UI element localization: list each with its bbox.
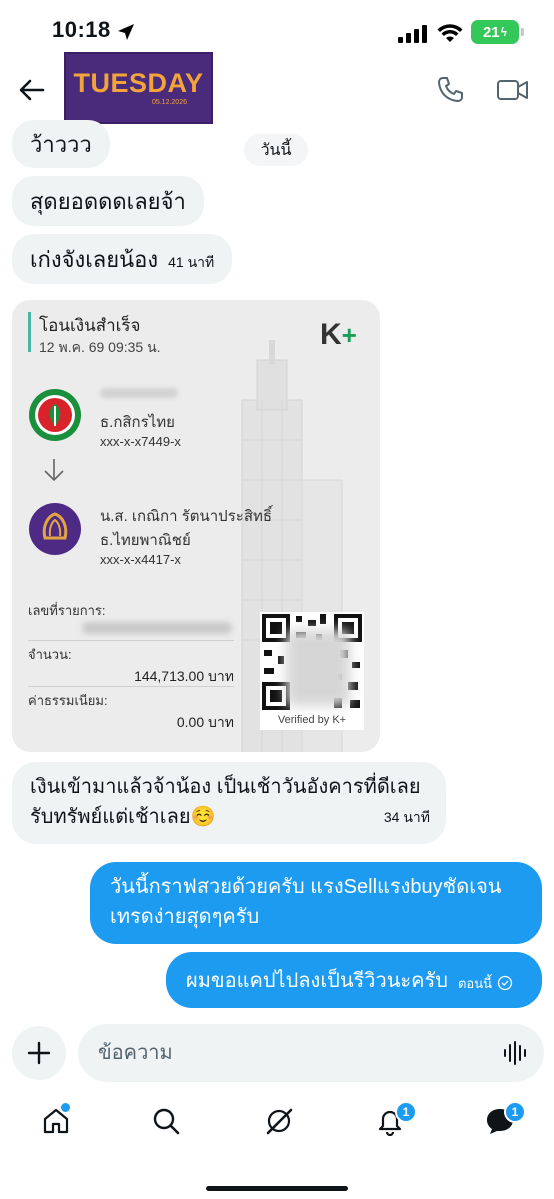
home-unread-dot [61,1103,70,1112]
amount-value: 144,713.00 บาท [134,668,234,684]
kplus-logo: K+ [320,318,357,352]
tab-grok[interactable] [261,1103,297,1139]
sender-bank: ธ.กสิกรไทย [100,414,175,431]
message-timestamp: 41 นาที [168,254,215,270]
message-input[interactable] [78,1024,544,1082]
wifi-icon [437,24,463,42]
smiling-emoji: ☺️ [190,806,216,828]
slip-accent-bar [28,312,31,352]
plus-icon [27,1041,51,1065]
receiver-name: น.ส. เกณิกา รัตนาประสิทธิ์ [100,508,273,525]
outgoing-message[interactable]: วันนี้กราฟสวยด้วยครับ แรงSellแรงbuyชัดเจ… [90,862,542,944]
home-indicator [206,1186,348,1191]
message-text: เก่งจังเลยน้อง [30,246,159,272]
qr-caption: Verified by K+ [277,714,347,726]
kbank-logo-icon [29,389,81,441]
day-separator: วันนี้ [244,134,308,166]
message-text-line1: วันนี้กราฟสวยด้วยครับ แรงSellแรงbuyชัดเจ… [110,876,502,898]
message-timestamp: ตอนนี้ [457,975,492,991]
battery-tip [521,28,524,36]
message-text: ว้าววว [30,131,92,157]
tab-search[interactable] [148,1103,184,1139]
divider [28,640,234,641]
incoming-message[interactable]: เก่งจังเลยน้อง 41 นาที [12,234,233,284]
avatar-title: TUESDAY [73,68,204,98]
qr-redacted [286,630,350,706]
message-text-line1: เงินเข้ามาแล้วจ้าน้อง เป็นเช้าวันอังคารท… [30,776,421,798]
message-text: สุดยอดดดเลยจ้า [30,188,186,214]
message-line2-row: รับทรัพย์แต่เช้าเลย ☺️ 34 นาที [30,802,430,832]
back-button[interactable] [14,72,50,108]
add-attachment-button[interactable] [12,1026,66,1080]
divider [28,686,234,687]
incoming-message[interactable]: ว้าววว [12,120,110,168]
fee-value: 0.00 บาท [176,714,234,730]
grok-icon [266,1108,293,1135]
message-text: ผมขอแคปไปลงเป็นรีวิวนะครับ [186,970,448,992]
avatar-date: 05.12.2026 [151,99,187,106]
kplus-plus: + [341,320,357,350]
message-text-line2: รับทรัพย์แต่เช้าเลย [30,806,191,828]
battery-indicator: 21 ϟ [471,20,519,44]
voice-waveform-icon[interactable] [502,1040,528,1066]
battery-level: 21 [482,23,500,41]
phone-icon[interactable] [434,74,466,106]
incoming-message[interactable]: เงินเข้ามาแล้วจ้าน้อง เป็นเช้าวันอังคารท… [12,762,446,844]
cellular-signal-icon [398,25,427,43]
charging-bolt-icon: ϟ [500,25,508,39]
location-arrow-icon [118,24,134,40]
fee-label: ค่าธรรมเนียม: [28,693,108,708]
notifications-badge: 1 [395,1101,417,1123]
sender-account: xxx-x-x7449-x [100,434,181,449]
scb-logo-icon [29,503,81,555]
slip-title: โอนเงินสำเร็จ [39,316,141,335]
sent-check-icon [497,975,513,991]
outgoing-message[interactable]: ผมขอแคปไปลงเป็นรีวิวนะครับ ตอนนี้ [166,952,542,1008]
kplus-k: K [320,318,342,351]
arrow-down-icon [44,459,64,482]
reference-label: เลขที่รายการ: [28,603,106,618]
video-camera-icon[interactable] [496,74,530,106]
search-icon [153,1108,180,1135]
sender-name-redacted [100,388,178,398]
slip-date: 12 พ.ค. 69 09:35 น. [39,339,161,355]
amount-label: จำนวน: [28,647,72,662]
receiver-bank: ธ.ไทยพาณิชย์ [100,532,191,549]
message-timestamp: 34 นาที [383,809,430,825]
contact-avatar[interactable]: TUESDAY 05.12.2026 [64,52,213,124]
messages-badge: 1 [504,1101,526,1123]
status-time: 10:18 [52,17,111,42]
message-text-line2: เทรดง่ายสุดๆครับ [110,906,260,928]
incoming-message[interactable]: สุดยอดดดเลยจ้า [12,176,204,226]
receiver-account: xxx-x-x4417-x [100,552,181,567]
transfer-slip-image[interactable]: โอนเงินสำเร็จ 12 พ.ค. 69 09:35 น. K+ ธ.ก… [12,300,380,752]
chat-header: TUESDAY 05.12.2026 [0,52,554,126]
arrow-left-icon [19,79,45,101]
reference-number-redacted [82,622,232,634]
